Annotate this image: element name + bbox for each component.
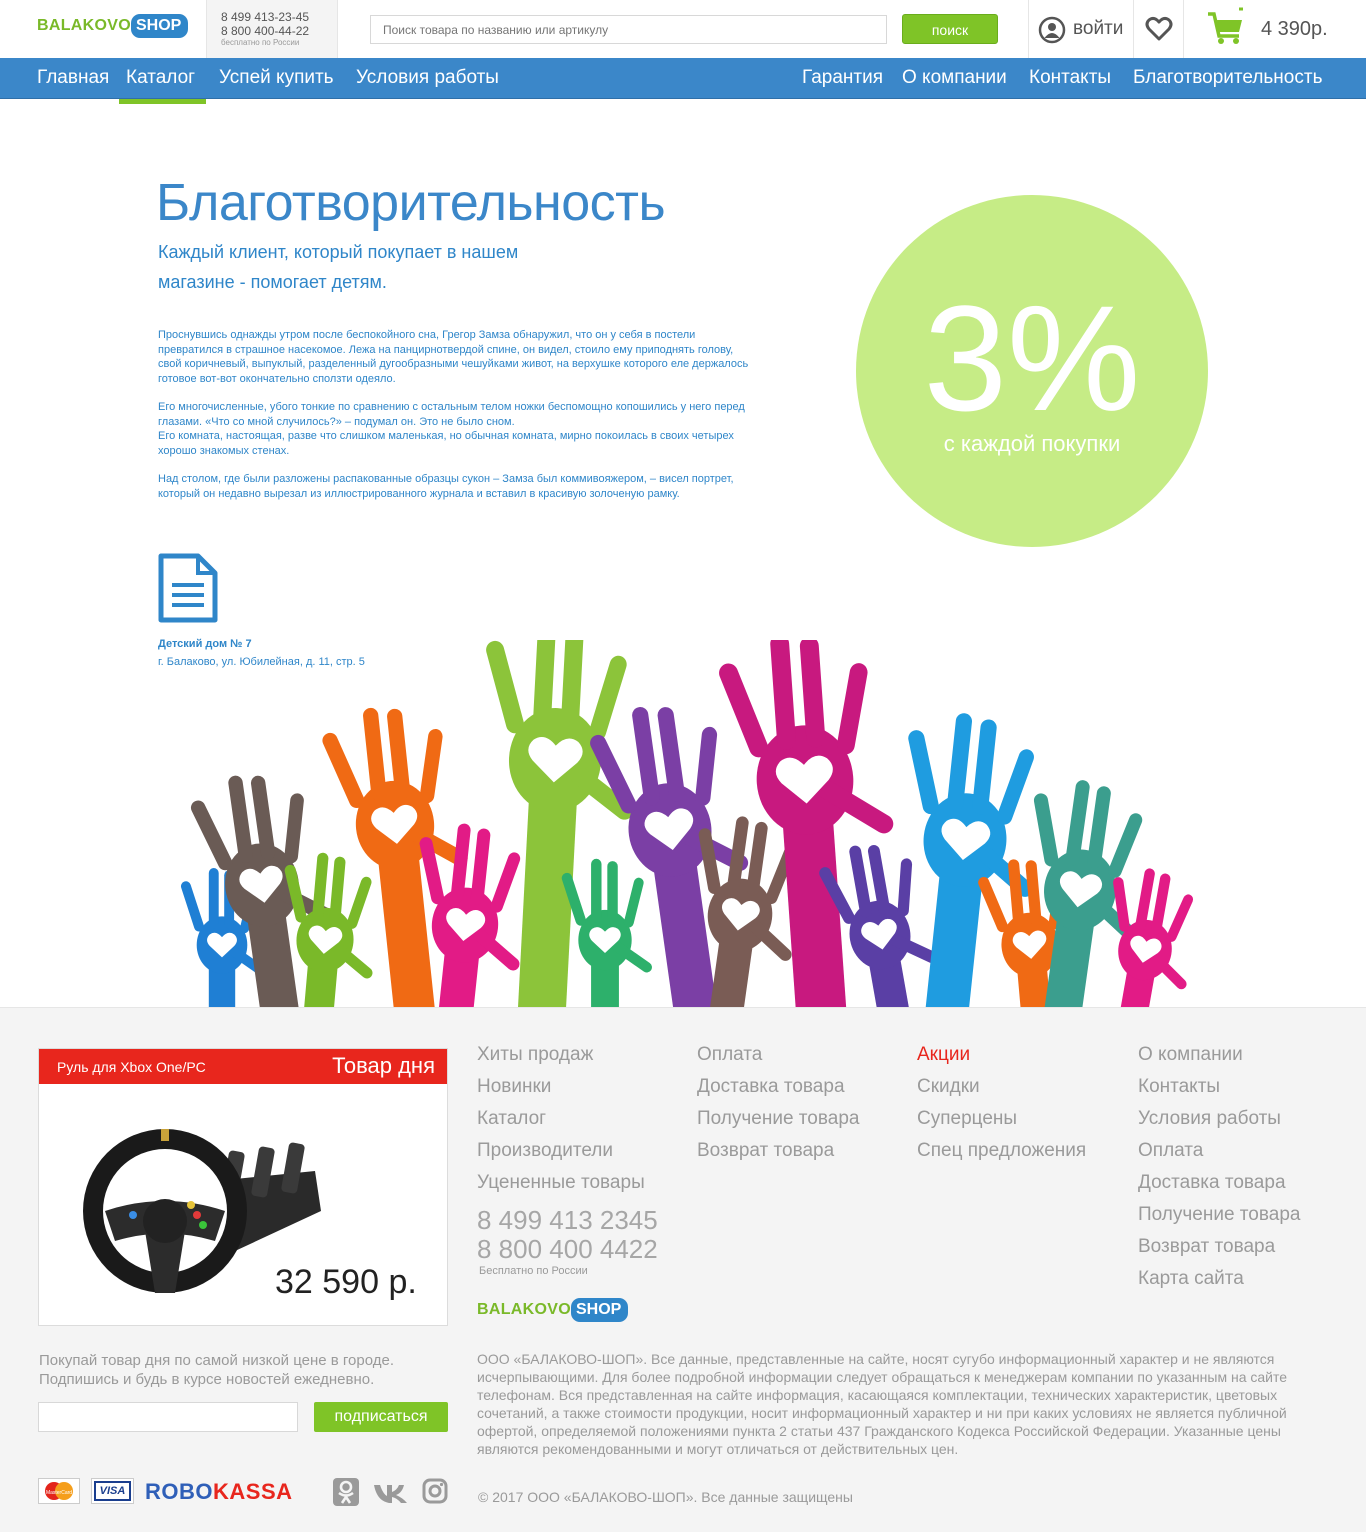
footer-link[interactable]: Получение товара <box>697 1103 859 1135</box>
subscribe-button[interactable]: подписаться <box>314 1402 448 1432</box>
footer-link[interactable]: Каталог <box>477 1103 645 1135</box>
nav-terms[interactable]: Условия работы <box>356 58 499 99</box>
vk-icon[interactable] <box>373 1482 409 1504</box>
charity-percent-circle: 3% с каждой покупки <box>856 195 1208 547</box>
footer-link[interactable]: Карта сайта <box>1138 1263 1300 1295</box>
footer-col-promo: Акции Скидки Суперцены Спец предложения <box>917 1039 1086 1167</box>
nav-hurry-buy[interactable]: Успей купить <box>219 58 334 99</box>
footer-link[interactable]: Хиты продаж <box>477 1039 645 1071</box>
nav-active-indicator <box>119 99 206 104</box>
mastercard-label: MasterCard <box>46 1490 72 1496</box>
footer-logo-word2: SHOP <box>570 1298 629 1322</box>
footer-col-catalog: Хиты продаж Новинки Каталог Производител… <box>477 1039 645 1199</box>
footer-phone-2[interactable]: 8 800 400 4422 <box>477 1235 658 1264</box>
footer-phones: 8 499 413 2345 8 800 400 4422 <box>477 1206 658 1264</box>
text-paragraph: Его многочисленные, убого тонкие по срав… <box>158 401 745 428</box>
footer-link[interactable]: Оплата <box>697 1039 859 1071</box>
hand-shapes <box>179 640 1208 1007</box>
footer-free-note: Бесплатно по России <box>479 1265 588 1277</box>
search-input[interactable] <box>370 15 887 44</box>
footer-link[interactable]: Производители <box>477 1135 645 1167</box>
footer-link[interactable]: Контакты <box>1138 1071 1300 1103</box>
footer-link[interactable]: Новинки <box>477 1071 645 1103</box>
raised-hands-illustration <box>179 640 1208 1007</box>
footer-link[interactable]: Возврат товара <box>697 1135 859 1167</box>
visa-logo: VISA <box>91 1478 134 1504</box>
nav-charity[interactable]: Благотворительность <box>1133 58 1322 99</box>
footer-col-company: О компании Контакты Условия работы Оплат… <box>1138 1039 1300 1295</box>
login-button[interactable]: войти <box>1028 0 1133 58</box>
footer-logo[interactable]: BALAKOVO SHOP <box>477 1298 629 1322</box>
charity-percent: 3% <box>923 274 1141 442</box>
phone-2[interactable]: 8 800 400-44-22 <box>221 24 337 38</box>
nav-home[interactable]: Главная <box>37 58 109 99</box>
footer-link[interactable]: Спец предложения <box>917 1135 1086 1167</box>
deal-header: Руль для Xbox One/PC Товар дня <box>39 1049 447 1084</box>
logo[interactable]: BALAKOVO SHOP <box>37 14 189 38</box>
wishlist-button[interactable] <box>1133 0 1183 58</box>
footer-link[interactable]: Получение товара <box>1138 1199 1300 1231</box>
footer-link[interactable]: Условия работы <box>1138 1103 1300 1135</box>
nav-warranty[interactable]: Гарантия <box>802 58 883 99</box>
mastercard-logo: MasterCard <box>38 1478 80 1504</box>
footer-link[interactable]: Доставка товара <box>697 1071 859 1103</box>
footer-link[interactable]: Скидки <box>917 1071 1086 1103</box>
footer-link[interactable]: Оплата <box>1138 1135 1300 1167</box>
document-icon[interactable] <box>158 553 218 623</box>
header-phones: 8 499 413-23-45 8 800 400-44-22 бесплатн… <box>206 0 338 58</box>
deal-tag: Товар дня <box>332 1053 435 1078</box>
text-paragraph: Его комната, настоящая, разве что слишко… <box>158 430 734 457</box>
charity-caption: с каждой покупки <box>943 431 1121 456</box>
visa-label: VISA <box>94 1481 131 1501</box>
nav-catalog[interactable]: Каталог <box>126 58 195 99</box>
deal-price: 32 590 р. <box>275 1263 417 1301</box>
footer-link[interactable]: Возврат товара <box>1138 1231 1300 1263</box>
footer-link-promotions[interactable]: Акции <box>917 1039 1086 1071</box>
phone-free-note: бесплатно по России <box>221 38 300 47</box>
robokassa-word1: ROBO <box>145 1479 213 1504</box>
logo-word2: SHOP <box>130 14 189 38</box>
nav-contacts[interactable]: Контакты <box>1029 58 1111 99</box>
text-paragraph: Над столом, где были разложены распакова… <box>158 473 734 500</box>
footer-link[interactable]: Доставка товара <box>1138 1167 1300 1199</box>
footer-col-service: Оплата Доставка товара Получение товара … <box>697 1039 859 1167</box>
footer-logo-word1: BALAKOVO <box>477 1301 571 1318</box>
text-paragraph: Проснувшись однажды утром после беспокой… <box>158 329 749 385</box>
instagram-icon[interactable] <box>422 1478 448 1504</box>
robokassa-logo: ROBOKASSA <box>145 1479 293 1505</box>
deal-of-the-day[interactable]: Руль для Xbox One/PC Товар дня 32 590 р. <box>38 1048 448 1326</box>
subscribe-text: Покупай товар дня по самой низкой цене в… <box>39 1352 395 1388</box>
user-icon <box>1038 16 1066 44</box>
cart-icon <box>1208 7 1243 44</box>
phone-1[interactable]: 8 499 413-23-45 <box>221 10 337 24</box>
footer-link[interactable]: Суперцены <box>917 1103 1086 1135</box>
robokassa-word2: KASSA <box>213 1479 293 1504</box>
page-subtitle: Каждый клиент, который покупает в нашем … <box>158 242 519 292</box>
footer-copyright: © 2017 ООО «БАЛАКОВО-ШОП». Все данные за… <box>478 1489 853 1505</box>
odnoklassniki-icon[interactable] <box>333 1478 359 1506</box>
footer-phone-1[interactable]: 8 499 413 2345 <box>477 1206 658 1235</box>
page-title: Благотворительность <box>156 174 666 232</box>
search-button[interactable]: поиск <box>902 14 998 44</box>
cart-button[interactable]: 4 390р. <box>1183 0 1366 58</box>
cart-total: 4 390р. <box>1261 18 1328 40</box>
subscribe-email-input[interactable] <box>38 1402 298 1432</box>
main-nav: Главная Каталог Успей купить Условия раб… <box>0 58 1366 99</box>
heart-icon <box>1145 16 1173 41</box>
footer-legal-text: ООО «БАЛАКОВО-ШОП». Все данные, представ… <box>477 1351 1288 1457</box>
logo-word1: BALAKOVO <box>37 17 131 34</box>
deal-product-name[interactable]: Руль для Xbox One/PC <box>57 1059 206 1075</box>
nav-about[interactable]: О компании <box>902 58 1007 99</box>
footer-link[interactable]: Уцененные товары <box>477 1167 645 1199</box>
footer-link[interactable]: О компании <box>1138 1039 1300 1071</box>
login-label: войти <box>1073 18 1124 39</box>
